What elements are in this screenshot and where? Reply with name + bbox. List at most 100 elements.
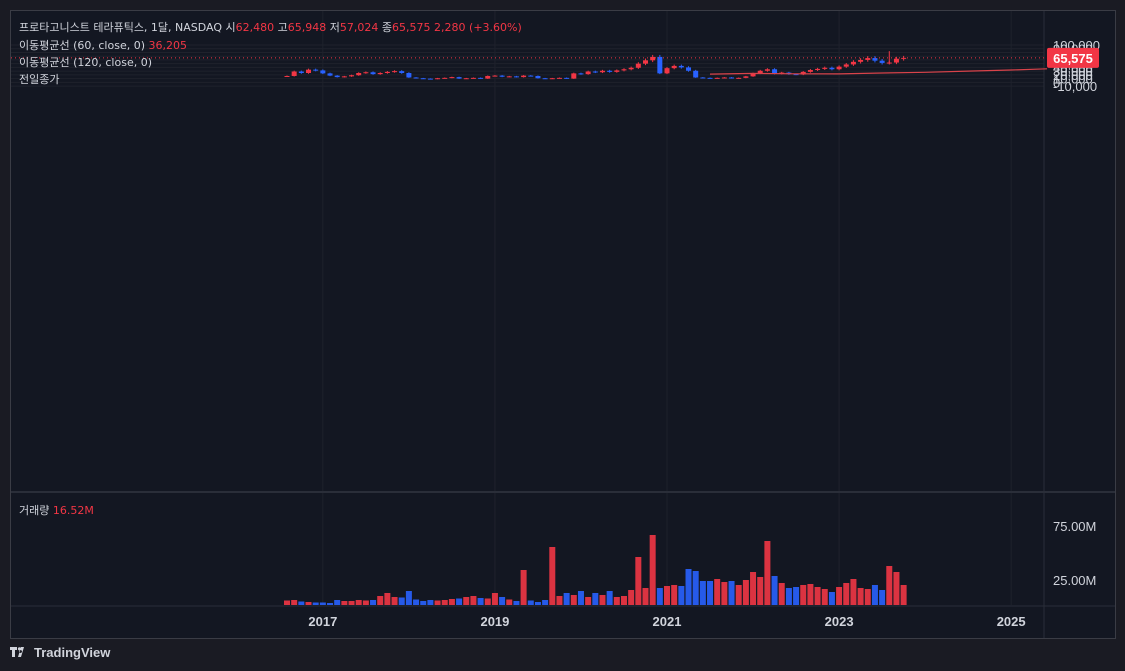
candle-body <box>700 77 706 79</box>
open-label: 시 <box>225 21 236 34</box>
candle-body <box>420 78 426 80</box>
candle-body <box>356 73 362 76</box>
candle-body <box>499 75 505 77</box>
volume-bar <box>750 572 757 605</box>
volume-bar <box>456 598 463 605</box>
volume-bar <box>441 600 448 605</box>
price-chart[interactable]: 100,00090,00080,00070,00060,00050,00040,… <box>11 11 1115 638</box>
candle-body <box>872 58 878 61</box>
candle-body <box>363 72 369 74</box>
candle-body <box>686 67 692 71</box>
volume-bar <box>534 602 541 605</box>
tradingview-logo-icon <box>10 646 24 657</box>
volume-bar <box>699 581 706 605</box>
candle-body <box>893 58 899 63</box>
candle-body <box>843 64 849 67</box>
legend-volume[interactable]: 거래량 16.52M <box>19 502 94 518</box>
chart-frame: 100,00090,00080,00070,00060,00050,00040,… <box>10 10 1116 639</box>
volume-bar <box>649 535 656 605</box>
tradingview-wordmark: TradingView <box>34 645 111 660</box>
volume-bar <box>771 576 778 605</box>
high-value: 65,948 <box>287 21 327 34</box>
candle-body <box>506 76 512 78</box>
volume-bar <box>549 547 556 605</box>
low-label: 저 <box>329 21 340 34</box>
candle-body <box>693 70 699 78</box>
candle-body <box>879 60 885 63</box>
volume-bar <box>778 583 785 605</box>
volume-bar <box>893 572 900 605</box>
candle-body <box>413 77 419 79</box>
volume-bar <box>707 581 714 605</box>
volume-bar <box>843 583 850 605</box>
volume-bar <box>900 585 907 605</box>
volume-bar <box>463 597 470 605</box>
ma120-label: 이동평균선 (120, close, 0) <box>19 56 152 69</box>
volume-bar <box>570 595 577 605</box>
time-tick-label: 2025 <box>997 614 1026 629</box>
candle-body <box>571 73 577 79</box>
volume-bar <box>764 541 771 605</box>
volume-bar <box>692 571 699 605</box>
low-value: 57,024 <box>339 21 379 34</box>
volume-bar <box>312 602 319 605</box>
legend-prev-close[interactable]: 전일종가 <box>19 71 59 87</box>
candle-body <box>650 56 656 61</box>
volume-bar <box>362 600 369 605</box>
candle-body <box>298 71 304 74</box>
candle-body <box>370 72 376 75</box>
candle-body <box>678 65 684 68</box>
candle-body <box>836 66 842 70</box>
candle-body <box>822 67 828 69</box>
candle-body <box>664 68 670 74</box>
volume-bar <box>585 597 592 605</box>
volume-bar <box>828 592 835 605</box>
candle-body <box>392 71 398 73</box>
candle-body <box>535 75 541 79</box>
candle-body <box>564 77 570 79</box>
candle-body <box>556 77 562 79</box>
volume-bar <box>685 569 692 605</box>
volume-bar <box>327 603 334 605</box>
candle-body <box>815 68 821 71</box>
candle-body <box>578 73 584 75</box>
open-value: 62,480 <box>235 21 275 34</box>
volume-bar <box>377 596 384 605</box>
volume-bar <box>319 602 326 605</box>
candle-body <box>470 77 476 79</box>
candle-body <box>384 71 390 74</box>
tradingview-brand[interactable]: TradingView <box>10 645 110 660</box>
volume-bar <box>886 566 893 605</box>
volume-bar <box>814 587 821 605</box>
volume-bar <box>341 601 348 605</box>
volume-bar <box>563 593 570 605</box>
candle-body <box>291 71 297 76</box>
legend-ma60[interactable]: 이동평균선 (60, close, 0) 36,205 <box>19 37 187 53</box>
candle-body <box>327 73 333 76</box>
volume-bar <box>821 589 828 605</box>
candle-body <box>306 69 312 74</box>
volume-bar <box>671 585 678 605</box>
time-tick-label: 2021 <box>653 614 682 629</box>
volume-bar <box>577 591 584 605</box>
volume-bar <box>864 589 871 605</box>
legend-ma120[interactable]: 이동평균선 (120, close, 0) <box>19 54 152 70</box>
volume-bar <box>420 601 427 605</box>
candle-body <box>463 78 469 80</box>
candle-body <box>341 76 347 78</box>
close-label: 종 <box>381 21 393 34</box>
volume-bar <box>721 582 728 605</box>
candle-body <box>485 75 491 79</box>
volume-label: 거래량 <box>19 504 50 517</box>
volume-bar <box>355 600 362 605</box>
candle-body <box>521 75 527 78</box>
candle-body <box>592 71 598 73</box>
volume-bar <box>542 600 549 605</box>
volume-bar <box>305 602 312 605</box>
volume-bar <box>628 590 635 605</box>
time-tick-label: 2017 <box>308 614 337 629</box>
candle-body <box>671 65 677 69</box>
symbol-title[interactable]: 프로타고니스트 테라퓨틱스, 1달, NASDAQ <box>19 21 222 34</box>
volume-bar <box>620 596 627 605</box>
last-price-badge-text: 65,575 <box>1053 51 1093 66</box>
